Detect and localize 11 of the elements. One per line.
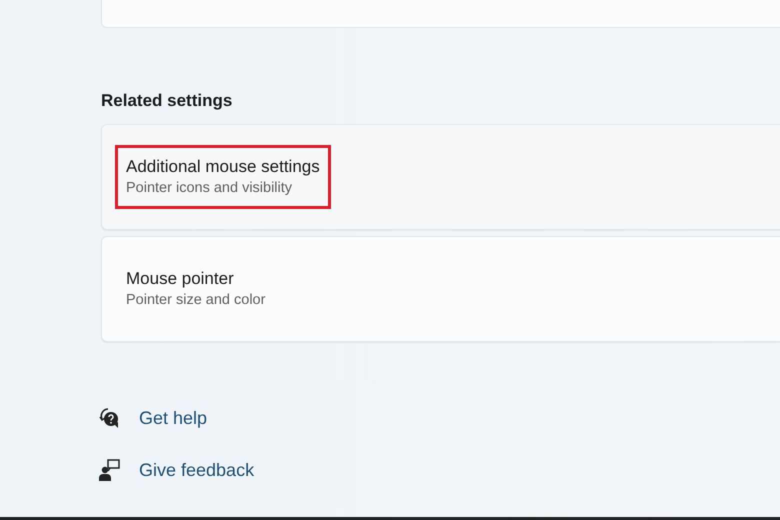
item-subtitle: Pointer icons and visibility xyxy=(126,179,294,198)
section-title: Related settings xyxy=(101,90,234,112)
settings-item[interactable]: Mouse pointer Pointer size and color xyxy=(101,236,780,342)
link[interactable]: Get help xyxy=(139,404,208,432)
item-subtitle: Pointer size and color xyxy=(126,291,266,310)
item-title: Mouse pointer xyxy=(126,268,235,290)
item-title: Additional mouse settings xyxy=(126,156,320,178)
help-icon xyxy=(99,407,121,429)
settings-item[interactable]: Additional mouse settings Pointer icons and visibility xyxy=(101,124,780,230)
feedback-icon xyxy=(99,459,121,481)
link[interactable]: Give feedback xyxy=(139,456,254,484)
